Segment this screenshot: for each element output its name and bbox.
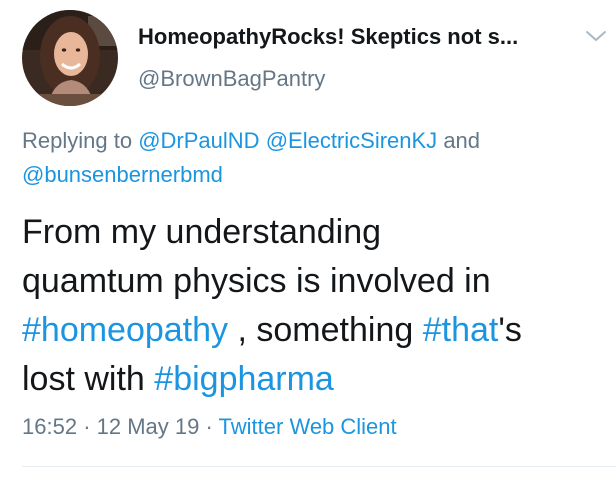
avatar[interactable] — [22, 10, 118, 106]
mention-link[interactable]: @DrPaulND — [138, 128, 259, 153]
replying-label: Replying to — [22, 128, 133, 153]
user-handle[interactable]: @BrownBagPantry — [138, 66, 325, 92]
client-link[interactable]: Twitter Web Client — [219, 414, 397, 439]
mention-link[interactable]: @ElectricSirenKJ — [266, 128, 438, 153]
chevron-down-icon[interactable] — [584, 28, 608, 44]
meta-separator: · — [205, 414, 213, 439]
tweet-text-line: quamtum physics is involved in — [22, 262, 491, 300]
tweet-text-fragment: lost with — [22, 360, 145, 398]
avatar-image — [22, 10, 118, 106]
tweet-text-fragment: 's — [498, 311, 522, 349]
tweet-card: HomeopathyRocks! Skeptics not s... @Brow… — [0, 0, 616, 484]
meta-separator: · — [83, 414, 91, 439]
divider — [22, 466, 616, 467]
tweet-meta: 16:52 · 12 May 19 · Twitter Web Client — [22, 413, 397, 441]
mention-link[interactable]: @bunsenbernerbmd — [22, 162, 223, 187]
tweet-date[interactable]: 12 May 19 — [97, 414, 200, 439]
tweet-text-line: From my understanding — [22, 213, 382, 251]
display-name[interactable]: HomeopathyRocks! Skeptics not s... — [138, 24, 578, 50]
tweet-text-fragment: , something — [237, 311, 414, 349]
replying-to: Replying to @DrPaulND @ElectricSirenKJ a… — [22, 124, 602, 192]
replying-and: and — [443, 128, 481, 153]
hashtag-link[interactable]: #homeopathy — [22, 311, 228, 349]
hashtag-link[interactable]: #bigpharma — [154, 360, 334, 398]
hashtag-link[interactable]: #that — [423, 311, 499, 349]
tweet-text: From my understanding quamtum physics is… — [22, 208, 612, 404]
tweet-time[interactable]: 16:52 — [22, 414, 77, 439]
